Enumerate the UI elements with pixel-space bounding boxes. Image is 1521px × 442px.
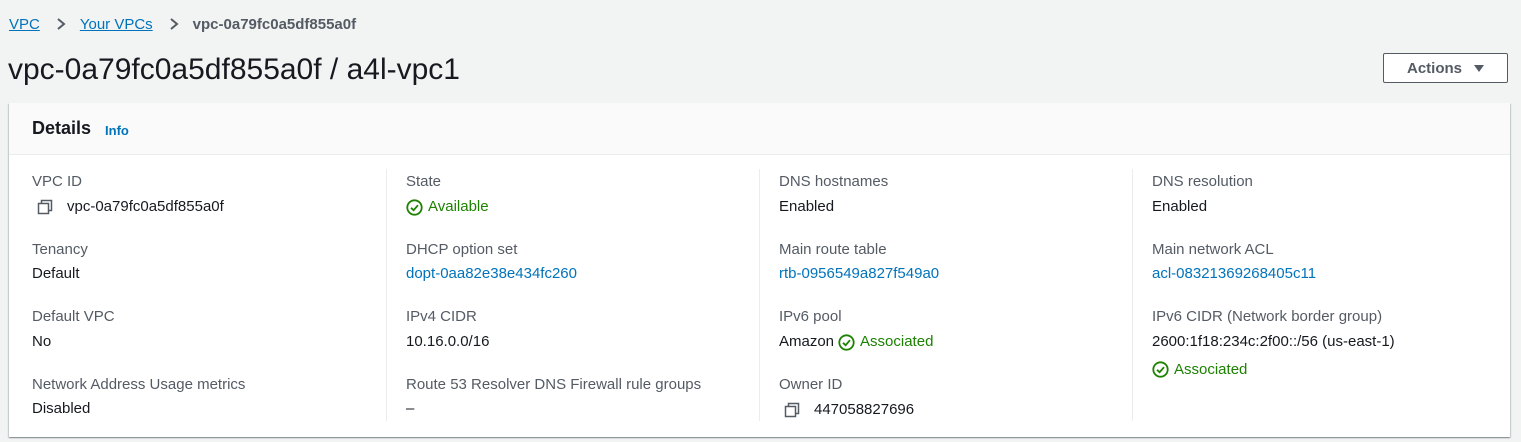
field-value: rtb-0956549a827f549a0 xyxy=(779,264,939,284)
ipv6-cidr-status: Associated xyxy=(1152,361,1247,378)
field-default-vpc: Default VPC No xyxy=(32,307,115,352)
details-column-2: State Available DHCP option set dopt-0aa… xyxy=(406,169,760,421)
field-label: DNS resolution xyxy=(1152,173,1253,190)
state-status: Available xyxy=(406,197,489,217)
status-positive-icon xyxy=(838,333,855,351)
field-label: Network Address Usage metrics xyxy=(32,376,246,393)
ipv6-cidr-status-text: Associated xyxy=(1174,361,1248,378)
field-label: Tenancy xyxy=(32,241,88,258)
ipv6-pool-value: Amazon xyxy=(779,333,835,350)
field-ipv6-pool: IPv6 pool Amazon Associated xyxy=(779,307,933,352)
field-label: IPv6 CIDR (Network border group) xyxy=(1152,308,1383,325)
breadcrumb-link-vpc[interactable]: VPC xyxy=(9,16,40,33)
details-columns: VPC ID vpc-0a79fc0a5df855a0f Tenancy Def… xyxy=(9,169,1510,424)
field-label: State xyxy=(406,173,442,190)
field-value: dopt-0aa82e38e434fc260 xyxy=(406,264,577,284)
field-network-address-usage-metrics: Network Address Usage metrics Disabled xyxy=(32,375,245,419)
field-value: Disabled xyxy=(32,400,91,417)
field-value: 10.16.0.0/16 xyxy=(406,333,490,350)
field-label: Route 53 Resolver DNS Firewall rule grou… xyxy=(406,376,702,393)
vpc-id-value: vpc-0a79fc0a5df855a0f xyxy=(67,198,224,215)
field-label: VPC ID xyxy=(32,173,83,190)
field-dhcp-option-set: DHCP option set dopt-0aa82e38e434fc260 xyxy=(406,240,577,284)
field-ipv6-cidr: IPv6 CIDR (Network border group) 2600:1f… xyxy=(1152,307,1395,383)
details-panel: Details Info VPC ID vpc-0a79fc0a5df855a0… xyxy=(9,103,1510,437)
field-label: DNS hostnames xyxy=(779,173,889,190)
field-value: Enabled xyxy=(779,198,835,215)
field-value: acl-08321369268405c11 xyxy=(1152,264,1316,284)
field-label: Main network ACL xyxy=(1152,241,1274,258)
field-label: Default VPC xyxy=(32,308,115,325)
field-ipv4-cidr: IPv4 CIDR 10.16.0.0/16 xyxy=(406,307,489,352)
field-label: IPv6 pool xyxy=(779,308,842,325)
dhcp-option-set-link[interactable]: dopt-0aa82e38e434fc260 xyxy=(406,264,577,284)
field-value: vpc-0a79fc0a5df855a0f xyxy=(32,197,224,217)
details-panel-header: Details Info xyxy=(9,103,1510,155)
field-value: Enabled xyxy=(1152,198,1208,215)
field-tenancy: Tenancy Default xyxy=(32,240,88,284)
field-value: Default xyxy=(32,265,80,282)
info-link[interactable]: Info xyxy=(105,123,129,138)
field-value: Available xyxy=(406,197,489,217)
caret-down-icon xyxy=(1474,64,1484,72)
details-title: Details xyxy=(32,118,92,138)
status-positive-icon xyxy=(406,198,423,216)
main-network-acl-link[interactable]: acl-08321369268405c11 xyxy=(1152,264,1316,284)
field-dns-resolution: DNS resolution Enabled xyxy=(1152,172,1253,217)
copy-icon[interactable] xyxy=(784,402,800,418)
breadcrumb-current: vpc-0a79fc0a5df855a0f xyxy=(192,15,357,33)
field-value: 447058827696 xyxy=(779,400,914,420)
details-column-1: VPC ID vpc-0a79fc0a5df855a0f Tenancy Def… xyxy=(32,169,387,421)
field-label: Main route table xyxy=(779,241,887,258)
field-vpc-id: VPC ID vpc-0a79fc0a5df855a0f xyxy=(32,172,224,217)
field-route53-resolver-dns-firewall-rule-groups: Route 53 Resolver DNS Firewall rule grou… xyxy=(406,375,701,419)
details-column-4: DNS resolution Enabled Main network ACL … xyxy=(1152,169,1492,421)
field-value: Amazon Associated xyxy=(779,332,933,352)
field-value: – xyxy=(406,400,415,417)
field-label: DHCP option set xyxy=(406,241,518,258)
breadcrumb: VPC Your VPCs vpc-0a79fc0a5df855a0f xyxy=(9,12,356,36)
page-title: vpc-0a79fc0a5df855a0f / a4l-vpc1 xyxy=(8,53,460,86)
actions-button[interactable]: Actions xyxy=(1383,53,1508,83)
ipv6-pool-status: Associated xyxy=(838,332,933,352)
status-positive-icon xyxy=(1152,361,1169,378)
field-value: No xyxy=(32,333,52,350)
field-label: IPv4 CIDR xyxy=(406,308,477,325)
field-state: State Available xyxy=(406,172,489,217)
ipv6-pool-status-text: Associated xyxy=(860,333,934,350)
ipv6-cidr-status-row: Associated xyxy=(1152,361,1395,383)
main-route-table-link[interactable]: rtb-0956549a827f549a0 xyxy=(779,264,939,284)
chevron-right-icon xyxy=(57,18,66,30)
field-main-network-acl: Main network ACL acl-08321369268405c11 xyxy=(1152,240,1316,284)
field-dns-hostnames: DNS hostnames Enabled xyxy=(779,172,888,217)
field-main-route-table: Main route table rtb-0956549a827f549a0 xyxy=(779,240,939,284)
details-column-3: DNS hostnames Enabled Main route table r… xyxy=(779,169,1133,421)
field-label: Owner ID xyxy=(779,376,843,393)
owner-id-value: 447058827696 xyxy=(814,401,915,418)
actions-button-label: Actions xyxy=(1406,59,1462,77)
field-owner-id: Owner ID 447058827696 xyxy=(779,375,914,420)
state-value: Available xyxy=(428,198,489,215)
breadcrumb-link-your-vpcs[interactable]: Your VPCs xyxy=(80,16,153,33)
chevron-right-icon xyxy=(170,18,179,30)
field-value: 2600:1f18:234c:2f00::/56 (us-east-1) xyxy=(1152,333,1395,350)
copy-icon[interactable] xyxy=(37,199,53,215)
